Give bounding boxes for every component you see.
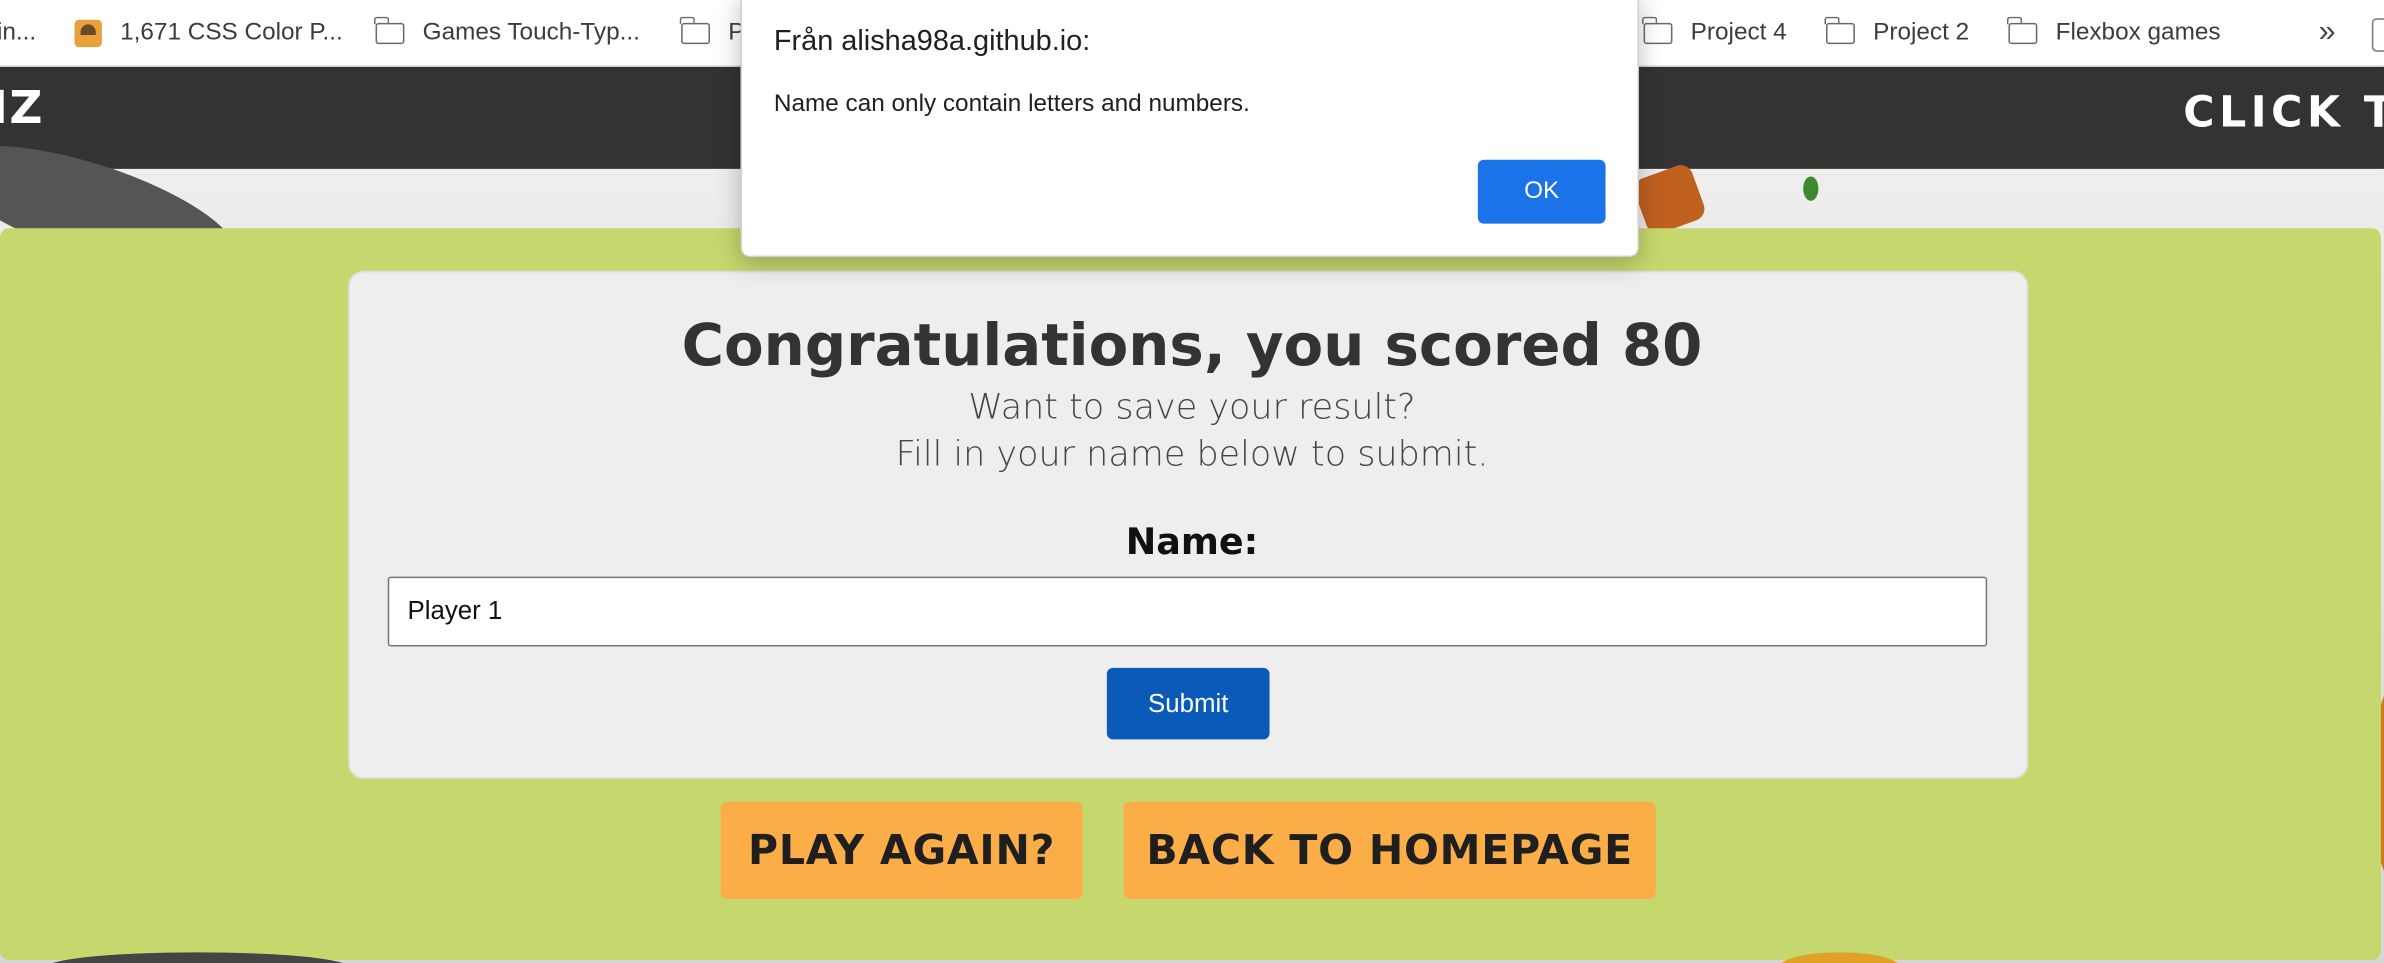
bookmark-label: Games Touch-Typ... <box>422 19 640 45</box>
folder-icon <box>1825 15 1855 44</box>
bookmark-item[interactable]: 1,671 CSS Color P... <box>74 0 343 65</box>
site-logo[interactable]: IZ <box>0 82 44 135</box>
folder-icon <box>1642 15 1673 44</box>
avatar-icon <box>74 19 102 47</box>
save-instructions: Fill in your name below to submit. <box>895 435 1489 475</box>
bookmark-label: in... <box>0 19 37 45</box>
dialog-message: Name can only contain letters and number… <box>773 91 1250 118</box>
folder-icon <box>680 15 711 44</box>
play-again-button[interactable]: PLAY AGAIN? <box>720 801 1083 900</box>
bookmark-item[interactable]: Project 4 <box>1642 0 1787 65</box>
bookmark-label: Project 2 <box>1873 19 1970 45</box>
bookmark-item[interactable]: in... <box>0 0 36 65</box>
name-input[interactable] <box>387 576 1988 647</box>
herb-image <box>1803 176 1819 201</box>
folder-icon <box>374 15 405 44</box>
bookmark-label: 1,671 CSS Color P... <box>120 19 343 45</box>
score-heading: Congratulations, you scored 80 <box>681 311 1703 379</box>
bookmark-item[interactable]: P <box>680 0 744 65</box>
header-nav-link[interactable]: CLICK TO <box>2183 87 2384 137</box>
dialog-title: Från alisha98a.github.io: <box>773 25 1091 58</box>
folder-icon <box>2007 15 2038 44</box>
save-prompt: Want to save your result? <box>968 387 1416 428</box>
bookmark-label: Flexbox games <box>2055 19 2221 45</box>
back-to-homepage-button[interactable]: BACK TO HOMEPAGE <box>1123 801 1656 900</box>
bookmark-label: Project 4 <box>1690 19 1787 45</box>
bookmark-item[interactable]: Project 2 <box>1825 0 1970 65</box>
reading-list-icon[interactable] <box>2371 18 2384 52</box>
name-label: Name: <box>1125 520 1259 563</box>
more-bookmarks-chevron-icon[interactable]: » <box>2319 0 2336 65</box>
submit-button[interactable]: Submit <box>1106 667 1270 740</box>
bookmark-item[interactable]: Flexbox games <box>2007 0 2221 65</box>
bookmark-item[interactable]: Games Touch-Typ... <box>374 0 640 65</box>
alert-dialog: Från alisha98a.github.io: Name can only … <box>740 0 1639 258</box>
ok-button[interactable]: OK <box>1477 159 1606 224</box>
